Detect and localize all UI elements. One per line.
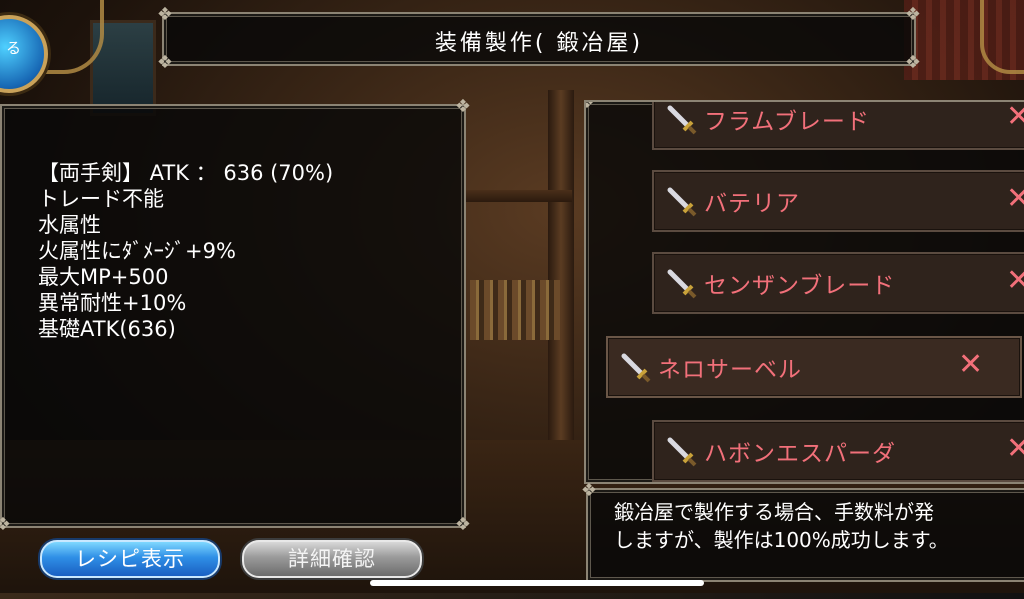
- item-stats-panel: ❖ ❖ ❖ 【両手剣】 ATK ： 636 (70%) トレード不能 水属性 火…: [0, 96, 471, 535]
- remove-icon[interactable]: ✕: [1006, 182, 1024, 216]
- description-panel: ❖ 鍛冶屋で製作する場合、手数料が発 しますが、製作は100%成功します。: [581, 480, 1024, 582]
- corner-ornament-icon: ❖: [904, 4, 922, 25]
- page-title: 装備製作( 鍛冶屋): [434, 31, 644, 56]
- home-indicator[interactable]: [370, 580, 704, 586]
- stat-line: トレード不能: [38, 187, 164, 211]
- remove-icon[interactable]: ✕: [1006, 432, 1024, 466]
- title-bar: ❖ ❖ ❖ ❖ 装備製作( 鍛冶屋): [157, 4, 921, 73]
- recipe-name: ネロサーベル: [658, 357, 802, 383]
- recipe-name: バテリア: [704, 191, 800, 217]
- recipe-name: フラムブレード: [704, 109, 870, 135]
- sword-icon: [667, 105, 697, 135]
- corner-ornament-icon: ❖: [580, 480, 598, 501]
- stat-line: 【両手剣】 ATK ： 636 (70%): [38, 161, 334, 185]
- bottom-strip: [0, 593, 1024, 599]
- back-button-label: る: [6, 39, 22, 57]
- stat-line: 火属性にﾀﾞﾒｰｼﾞ+9%: [38, 239, 236, 263]
- item-stats-text: 【両手剣】 ATK ： 636 (70%) トレード不能 水属性 火属性にﾀﾞﾒ…: [38, 160, 333, 342]
- corner-ornament-icon: ❖: [454, 514, 472, 535]
- recipe-item[interactable]: フラムブレード ✕: [652, 102, 1024, 150]
- stat-line: 異常耐性+10%: [38, 291, 187, 315]
- remove-icon[interactable]: ✕: [1006, 102, 1024, 134]
- recipe-list-panel[interactable]: ❖ フラムブレード ✕ バテリア ✕ センザンブレード ✕: [584, 100, 1024, 484]
- sword-icon: [621, 353, 651, 383]
- corner-ornament-icon: ❖: [156, 4, 174, 25]
- sword-icon: [667, 187, 697, 217]
- frame-ornament: [980, 0, 1024, 74]
- background-shelf: [462, 190, 572, 202]
- detail-check-button[interactable]: 詳細確認: [242, 540, 422, 578]
- stat-line: 水属性: [38, 213, 101, 237]
- recipe-item-selected[interactable]: ネロサーベル ✕: [606, 336, 1022, 398]
- description-text: 鍛冶屋で製作する場合、手数料が発 しますが、製作は100%成功します。: [614, 498, 949, 554]
- recipe-name: センザンブレード: [704, 273, 896, 299]
- description-line: 鍛冶屋で製作する場合、手数料が発: [614, 500, 934, 524]
- remove-icon[interactable]: ✕: [1006, 264, 1024, 298]
- show-recipe-button[interactable]: レシピ表示: [40, 540, 220, 578]
- sword-icon: [667, 269, 697, 299]
- sword-icon: [667, 437, 697, 467]
- stat-line: 基礎ATK(636): [38, 317, 176, 341]
- recipe-item[interactable]: ハボンエスパーダ ✕: [652, 420, 1024, 482]
- description-line: しますが、製作は100%成功します。: [614, 528, 949, 552]
- stat-line: 最大MP+500: [38, 265, 169, 289]
- recipe-name: ハボンエスパーダ: [704, 441, 896, 467]
- corner-ornament-icon: ❖: [0, 514, 12, 535]
- background-books: [470, 280, 560, 340]
- corner-ornament-icon: ❖: [586, 102, 598, 114]
- background-pillar: [548, 90, 574, 450]
- remove-icon[interactable]: ✕: [958, 348, 983, 382]
- recipe-item[interactable]: センザンブレード ✕: [652, 252, 1024, 314]
- corner-ornament-icon: ❖: [454, 96, 472, 117]
- recipe-item[interactable]: バテリア ✕: [652, 170, 1024, 232]
